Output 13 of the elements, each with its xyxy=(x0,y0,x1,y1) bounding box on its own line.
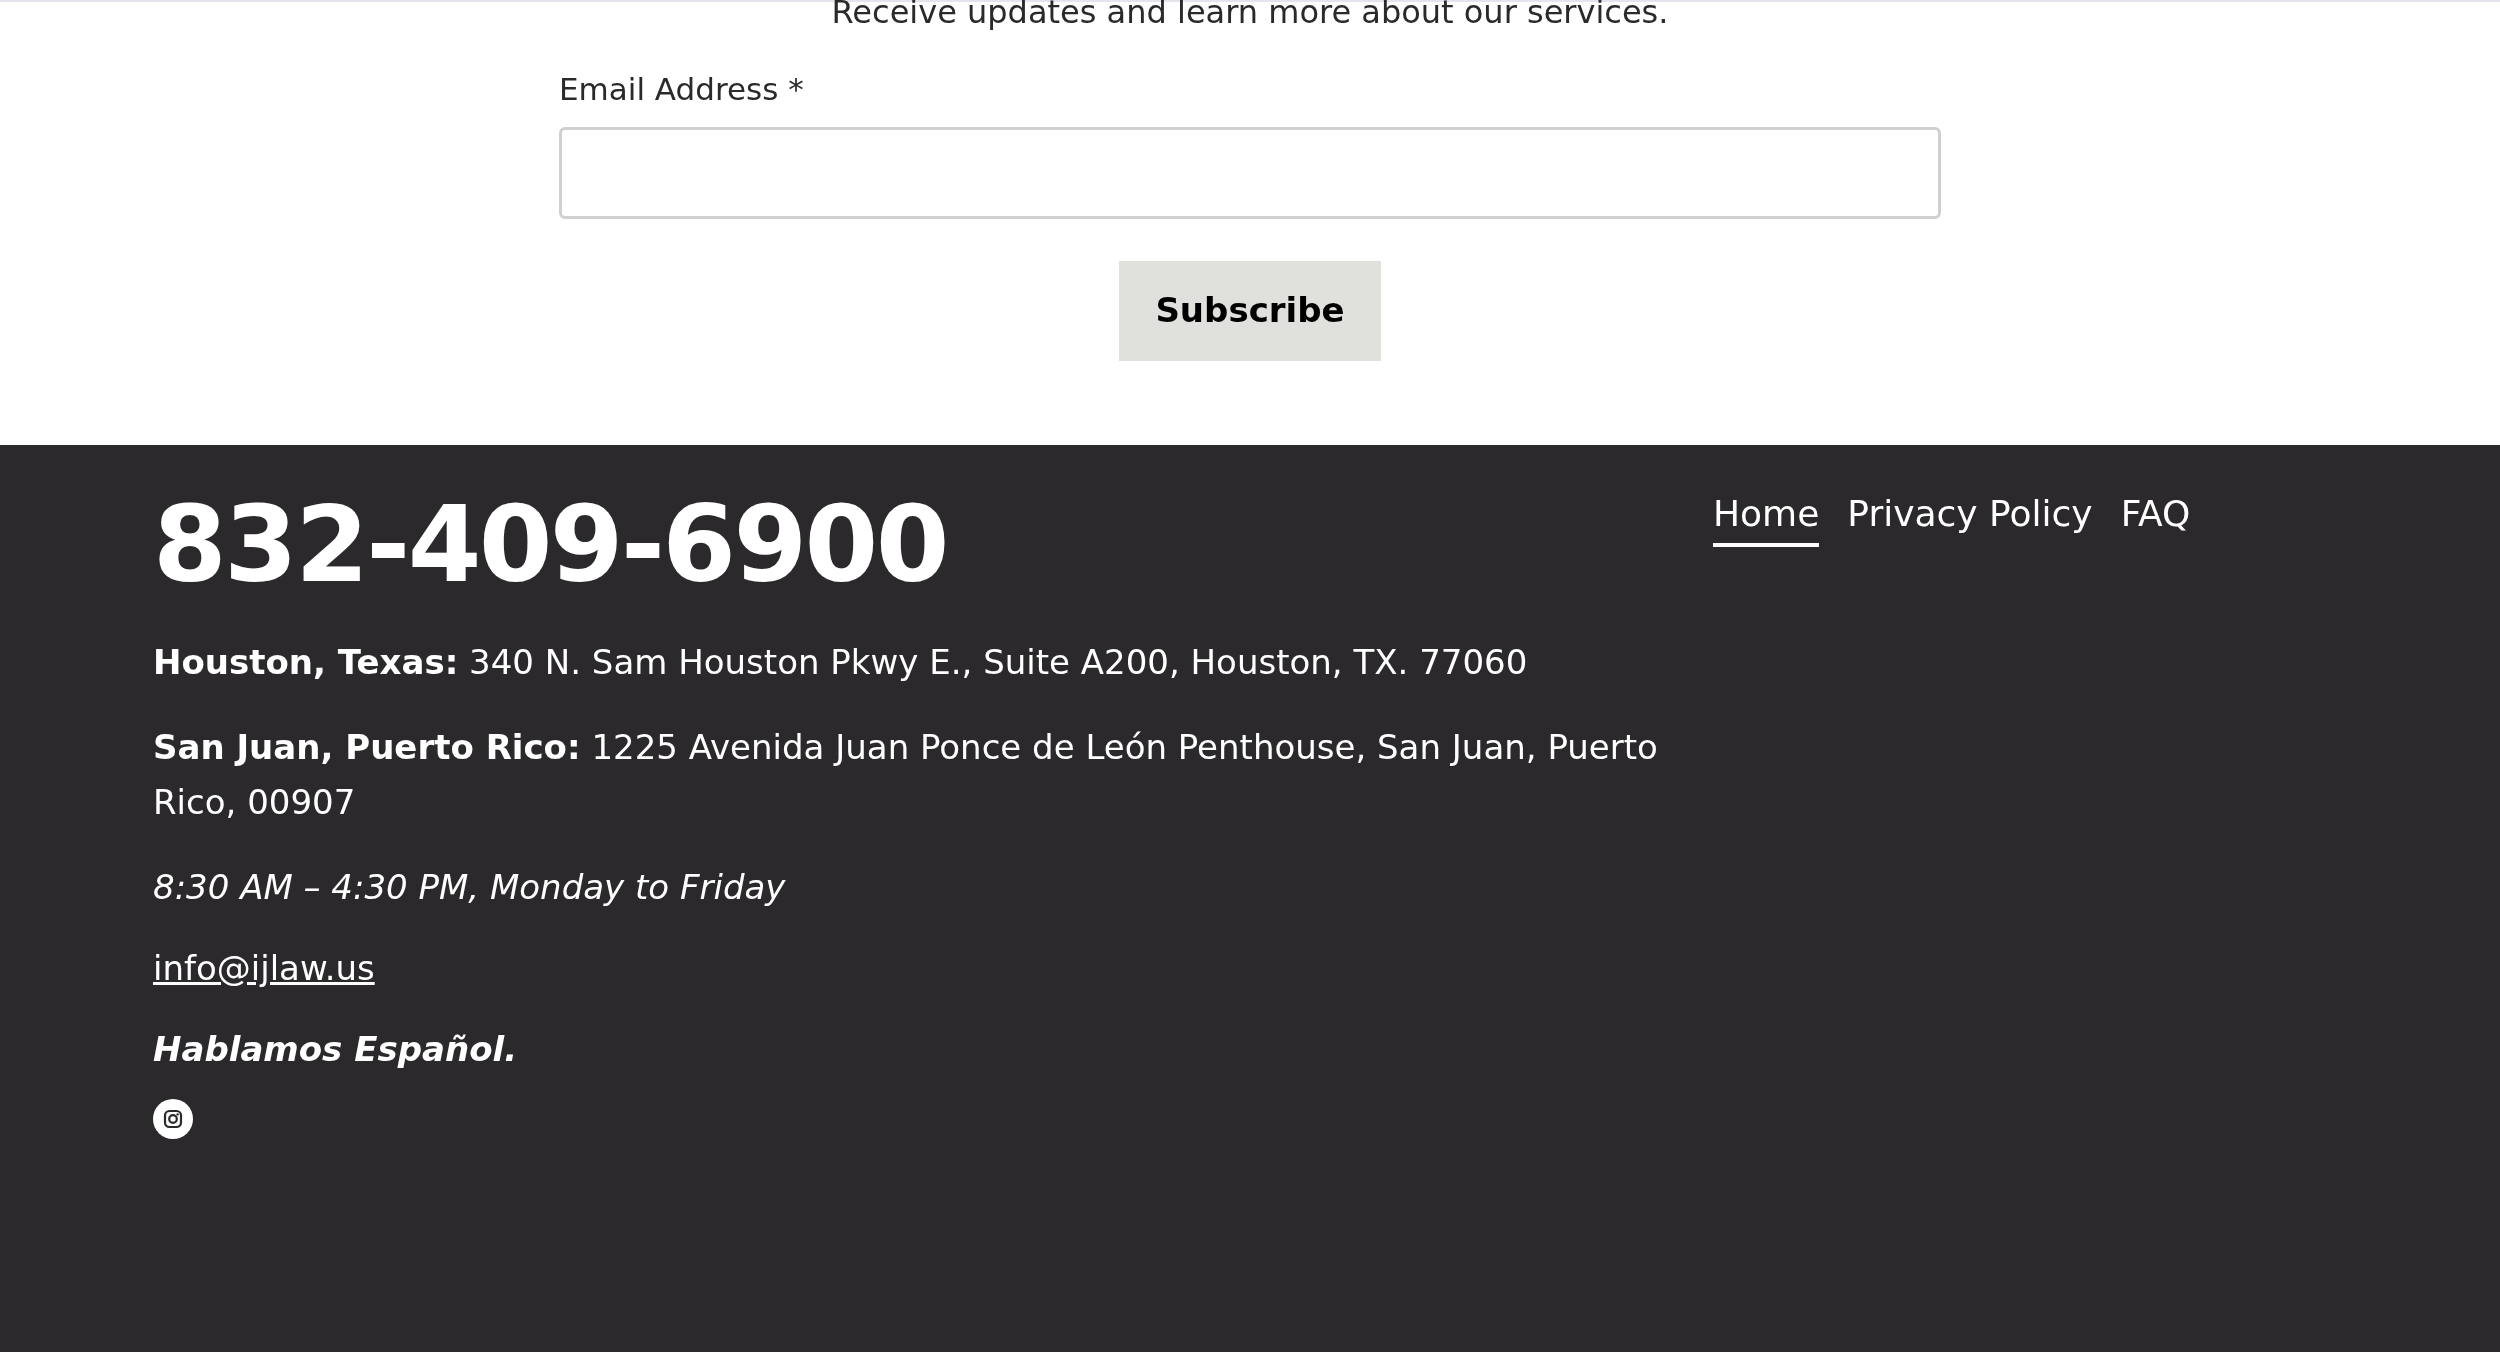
email-label: Email Address * xyxy=(559,70,805,109)
instagram-icon[interactable] xyxy=(153,1099,193,1139)
phone-number: 832-409-6900 xyxy=(153,485,948,605)
office-address: San Juan, Puerto Rico: 1225 Avenida Juan Ponce de León Penthouse, San Juan, Puerto Rico, 00907 xyxy=(153,726,1659,824)
subscribe-button[interactable]: Subscribe xyxy=(1119,260,1381,361)
language-note: Hablamos Español. xyxy=(153,1028,519,1071)
nav-link[interactable]: FAQ xyxy=(2120,489,2191,547)
email-field[interactable] xyxy=(559,126,1941,219)
office-hours: 8:30 AM – 4:30 PM, Monday to Friday xyxy=(153,866,787,909)
nav-link[interactable]: Home xyxy=(1713,489,1820,547)
office-address: Houston, Texas: 340 N. Sam Houston Pkwy E., Suite A200, Houston, TX. 77060 xyxy=(153,641,1529,684)
nav-link[interactable]: Privacy Policy xyxy=(1847,489,2093,547)
email-link[interactable]: info@ijlaw.us xyxy=(153,948,375,988)
